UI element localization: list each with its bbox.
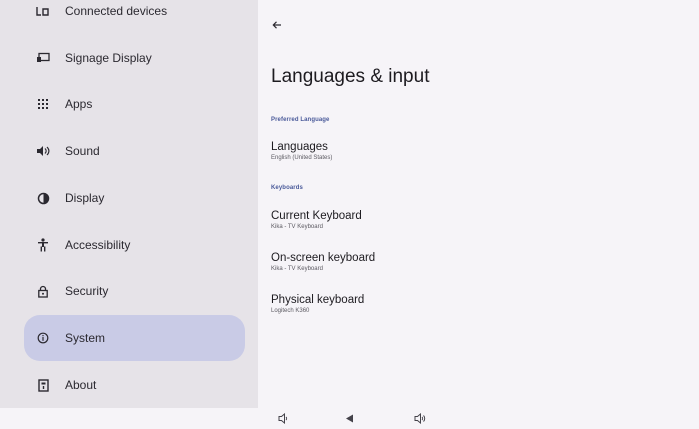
pref-title: Languages: [271, 141, 328, 153]
section-header-preferred-language: Preferred Language: [271, 117, 330, 123]
sidebar-item-about[interactable]: About: [24, 362, 245, 408]
sidebar-item-apps[interactable]: Apps: [24, 81, 245, 127]
pref-title: On-screen keyboard: [271, 252, 376, 264]
info-icon: [36, 331, 50, 345]
sidebar-item-signage-display[interactable]: Signage Display: [24, 35, 245, 81]
sidebar-item-label: Display: [65, 191, 105, 205]
sidebar-item-label: Sound: [65, 144, 100, 158]
pref-subtitle: English (United States): [271, 155, 333, 161]
connected-devices-icon: [36, 4, 50, 18]
pref-title: Physical keyboard: [271, 294, 365, 306]
section-header-keyboards: Keyboards: [271, 185, 303, 191]
pref-subtitle: Kika - TV Keyboard: [271, 224, 323, 230]
sidebar-item-label: Apps: [65, 97, 93, 111]
pref-item-languages[interactable]: Languages English (United States): [271, 140, 332, 163]
volume-down-icon[interactable]: [276, 411, 290, 425]
sidebar-item-security[interactable]: Security: [24, 268, 245, 314]
volume-up-icon[interactable]: [413, 411, 427, 425]
sidebar-item-label: Connected devices: [65, 4, 168, 18]
pref-subtitle: Kika - TV Keyboard: [271, 266, 323, 272]
lock-icon: [36, 284, 50, 298]
sidebar-item-system[interactable]: System: [24, 315, 245, 361]
sidebar-item-connected-devices[interactable]: Connected devices: [24, 0, 245, 34]
pref-subtitle: Logitech K360: [271, 308, 310, 314]
signage-display-icon: [36, 51, 50, 65]
sidebar-item-label: System: [65, 331, 106, 345]
pref-item-on-screen-keyboard[interactable]: On-screen keyboard Kika - TV Keyboard: [271, 251, 375, 274]
sidebar: Connected devices Signage Display Apps S…: [0, 0, 258, 408]
sidebar-item-label: Signage Display: [65, 51, 152, 65]
back-arrow-icon[interactable]: [270, 18, 284, 32]
sidebar-item-display[interactable]: Display: [24, 175, 245, 221]
sidebar-item-label: Accessibility: [65, 238, 131, 252]
sound-icon: [36, 144, 50, 158]
pref-title: Current Keyboard: [271, 210, 362, 222]
display-icon: [36, 191, 50, 205]
pref-item-current-keyboard[interactable]: Current Keyboard Kika - TV Keyboard: [271, 209, 362, 232]
sidebar-item-accessibility[interactable]: Accessibility: [24, 222, 245, 268]
about-icon: [36, 378, 50, 392]
pref-item-physical-keyboard[interactable]: Physical keyboard Logitech K360: [271, 293, 364, 316]
sidebar-item-sound[interactable]: Sound: [24, 128, 245, 174]
settings-panel: Languages & input Preferred Language Lan…: [258, 0, 699, 408]
apps-grid-icon: [36, 97, 50, 111]
sidebar-item-label: About: [65, 378, 97, 392]
system-navigation-bar: [0, 408, 699, 429]
sidebar-item-label: Security: [65, 284, 109, 298]
accessibility-icon: [36, 238, 50, 252]
page-title: Languages & input: [271, 66, 430, 87]
back-icon[interactable]: [342, 411, 356, 425]
